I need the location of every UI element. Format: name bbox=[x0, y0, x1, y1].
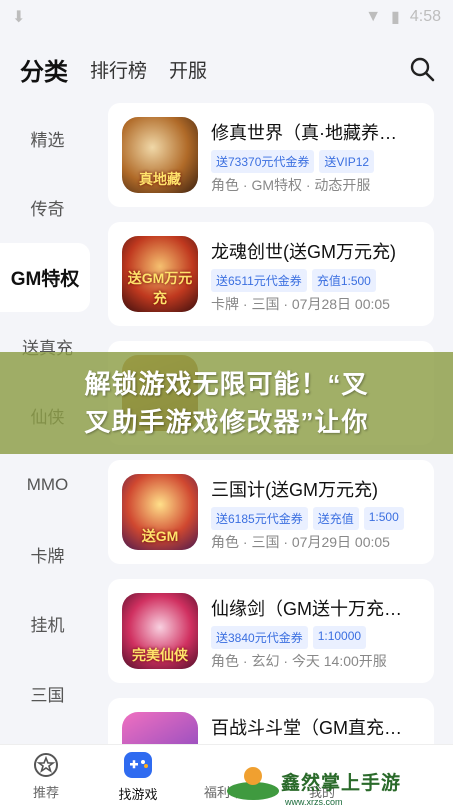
thumbnail-label: 真地藏 bbox=[139, 171, 181, 187]
tab-label: 推荐 bbox=[32, 784, 59, 800]
game-title: 三国计(送GM万元充) bbox=[211, 480, 378, 500]
game-thumbnail: 送GM bbox=[122, 474, 198, 550]
thumbnail-label: 送GM bbox=[141, 528, 179, 544]
status-bar: ⬇ ▼ ▮ 4:58 bbox=[0, 0, 453, 34]
sidebar-item-mmo[interactable]: MMO bbox=[0, 450, 95, 519]
sidebar-item-card[interactable]: 卡牌 bbox=[0, 520, 95, 589]
banner-line: 叉助手游戏修改器”让你 bbox=[84, 407, 369, 437]
game-title: 仙缘剑（GM送十万充… bbox=[211, 599, 402, 619]
status-time: 4:58 bbox=[409, 8, 441, 25]
game-meta: 卡牌 · 三国 · 07月28日 00:05 bbox=[211, 296, 390, 312]
game-title: 百战斗斗堂（GM直充… bbox=[211, 718, 402, 738]
battery-icon: ▮ bbox=[391, 9, 400, 26]
game-tags: 送3840元代金券 1:10000 bbox=[211, 626, 367, 649]
game-card[interactable]: 送GM 三国计(送GM万元充) 送6185元代金券 送充值 1:500 角色 ·… bbox=[108, 460, 434, 564]
site-watermark: 鑫然掌上手游 www.xrzs.com bbox=[225, 755, 450, 807]
tab-category[interactable]: 分类 bbox=[20, 52, 68, 87]
search-icon[interactable] bbox=[409, 56, 435, 82]
game-tags: 送73370元代金券 送VIP12 bbox=[211, 150, 375, 173]
game-tags: 送6511元代金券 充值1:500 bbox=[211, 269, 376, 292]
tag-badge: 送充值 bbox=[312, 507, 359, 530]
tag-badge: 送6185元代金券 bbox=[211, 507, 308, 530]
watermark-url: www.xrzs.com bbox=[285, 797, 343, 807]
sidebar-item-featured[interactable]: 精选 bbox=[0, 104, 95, 173]
tab-recommend[interactable]: 推荐 bbox=[0, 745, 92, 807]
game-thumbnail: 完美仙侠 bbox=[122, 593, 198, 669]
game-card[interactable]: 真地藏 修真世界（真·地藏养… 送73370元代金券 送VIP12 角色 · G… bbox=[108, 103, 434, 207]
game-card[interactable]: 送GM万元充 龙魂创世(送GM万元充) 送6511元代金券 充值1:500 卡牌… bbox=[108, 222, 434, 326]
logo-icon bbox=[227, 767, 279, 800]
watermark-text: 鑫然掌上手游 bbox=[281, 772, 402, 794]
tag-badge: 送73370元代金券 bbox=[211, 150, 315, 173]
wifi-icon: ▼ bbox=[365, 8, 382, 25]
banner-line: 解锁游戏无限可能！“叉 bbox=[84, 369, 369, 399]
game-tags: 送6185元代金券 送充值 1:500 bbox=[211, 507, 404, 530]
tab-server-open[interactable]: 开服 bbox=[169, 56, 207, 83]
thumbnail-label: 完美仙侠 bbox=[132, 647, 188, 663]
overlay-banner: 解锁游戏无限可能！“叉 叉助手游戏修改器”让你 bbox=[0, 352, 453, 454]
sidebar-item-idle[interactable]: 挂机 bbox=[0, 589, 95, 658]
tag-badge: 送6511元代金券 bbox=[211, 269, 307, 292]
game-thumbnail: 送GM万元充 bbox=[122, 236, 198, 312]
game-meta: 角色 · 玄幻 · 今天 14:00开服 bbox=[211, 653, 387, 669]
tag-badge: 1:10000 bbox=[312, 626, 367, 649]
sidebar-item-legend[interactable]: 传奇 bbox=[0, 173, 95, 242]
game-thumbnail: 真地藏 bbox=[122, 117, 198, 193]
tag-badge: 1:500 bbox=[363, 507, 404, 530]
tab-label: 找游戏 bbox=[118, 786, 158, 802]
tag-badge: 送VIP12 bbox=[319, 150, 375, 173]
tab-ranking[interactable]: 排行榜 bbox=[90, 56, 147, 83]
tag-badge: 送3840元代金券 bbox=[211, 626, 308, 649]
thumbnail-label: 送GM万元充 bbox=[127, 270, 193, 306]
sidebar-item-gm[interactable]: GM特权 bbox=[0, 242, 90, 312]
download-icon: ⬇ bbox=[12, 9, 26, 26]
tab-find-games[interactable]: 找游戏 bbox=[92, 745, 184, 807]
sidebar-item-three-kingdoms[interactable]: 三国 bbox=[0, 658, 95, 727]
game-title: 龙魂创世(送GM万元充) bbox=[211, 242, 396, 262]
game-card[interactable]: 完美仙侠 仙缘剑（GM送十万充… 送3840元代金券 1:10000 角色 · … bbox=[108, 579, 434, 683]
game-meta: 角色 · 三国 · 07月29日 00:05 bbox=[211, 534, 390, 550]
game-title: 修真世界（真·地藏养… bbox=[211, 123, 397, 143]
game-meta: 角色 · GM特权 · 动态开服 bbox=[211, 177, 371, 193]
game-list: 真地藏 修真世界（真·地藏养… 送73370元代金券 送VIP12 角色 · G… bbox=[108, 103, 434, 807]
gamepad-icon bbox=[124, 751, 152, 778]
top-nav: 分类 排行榜 开服 bbox=[0, 34, 453, 104]
star-icon bbox=[34, 752, 58, 777]
tag-badge: 充值1:500 bbox=[311, 269, 376, 292]
